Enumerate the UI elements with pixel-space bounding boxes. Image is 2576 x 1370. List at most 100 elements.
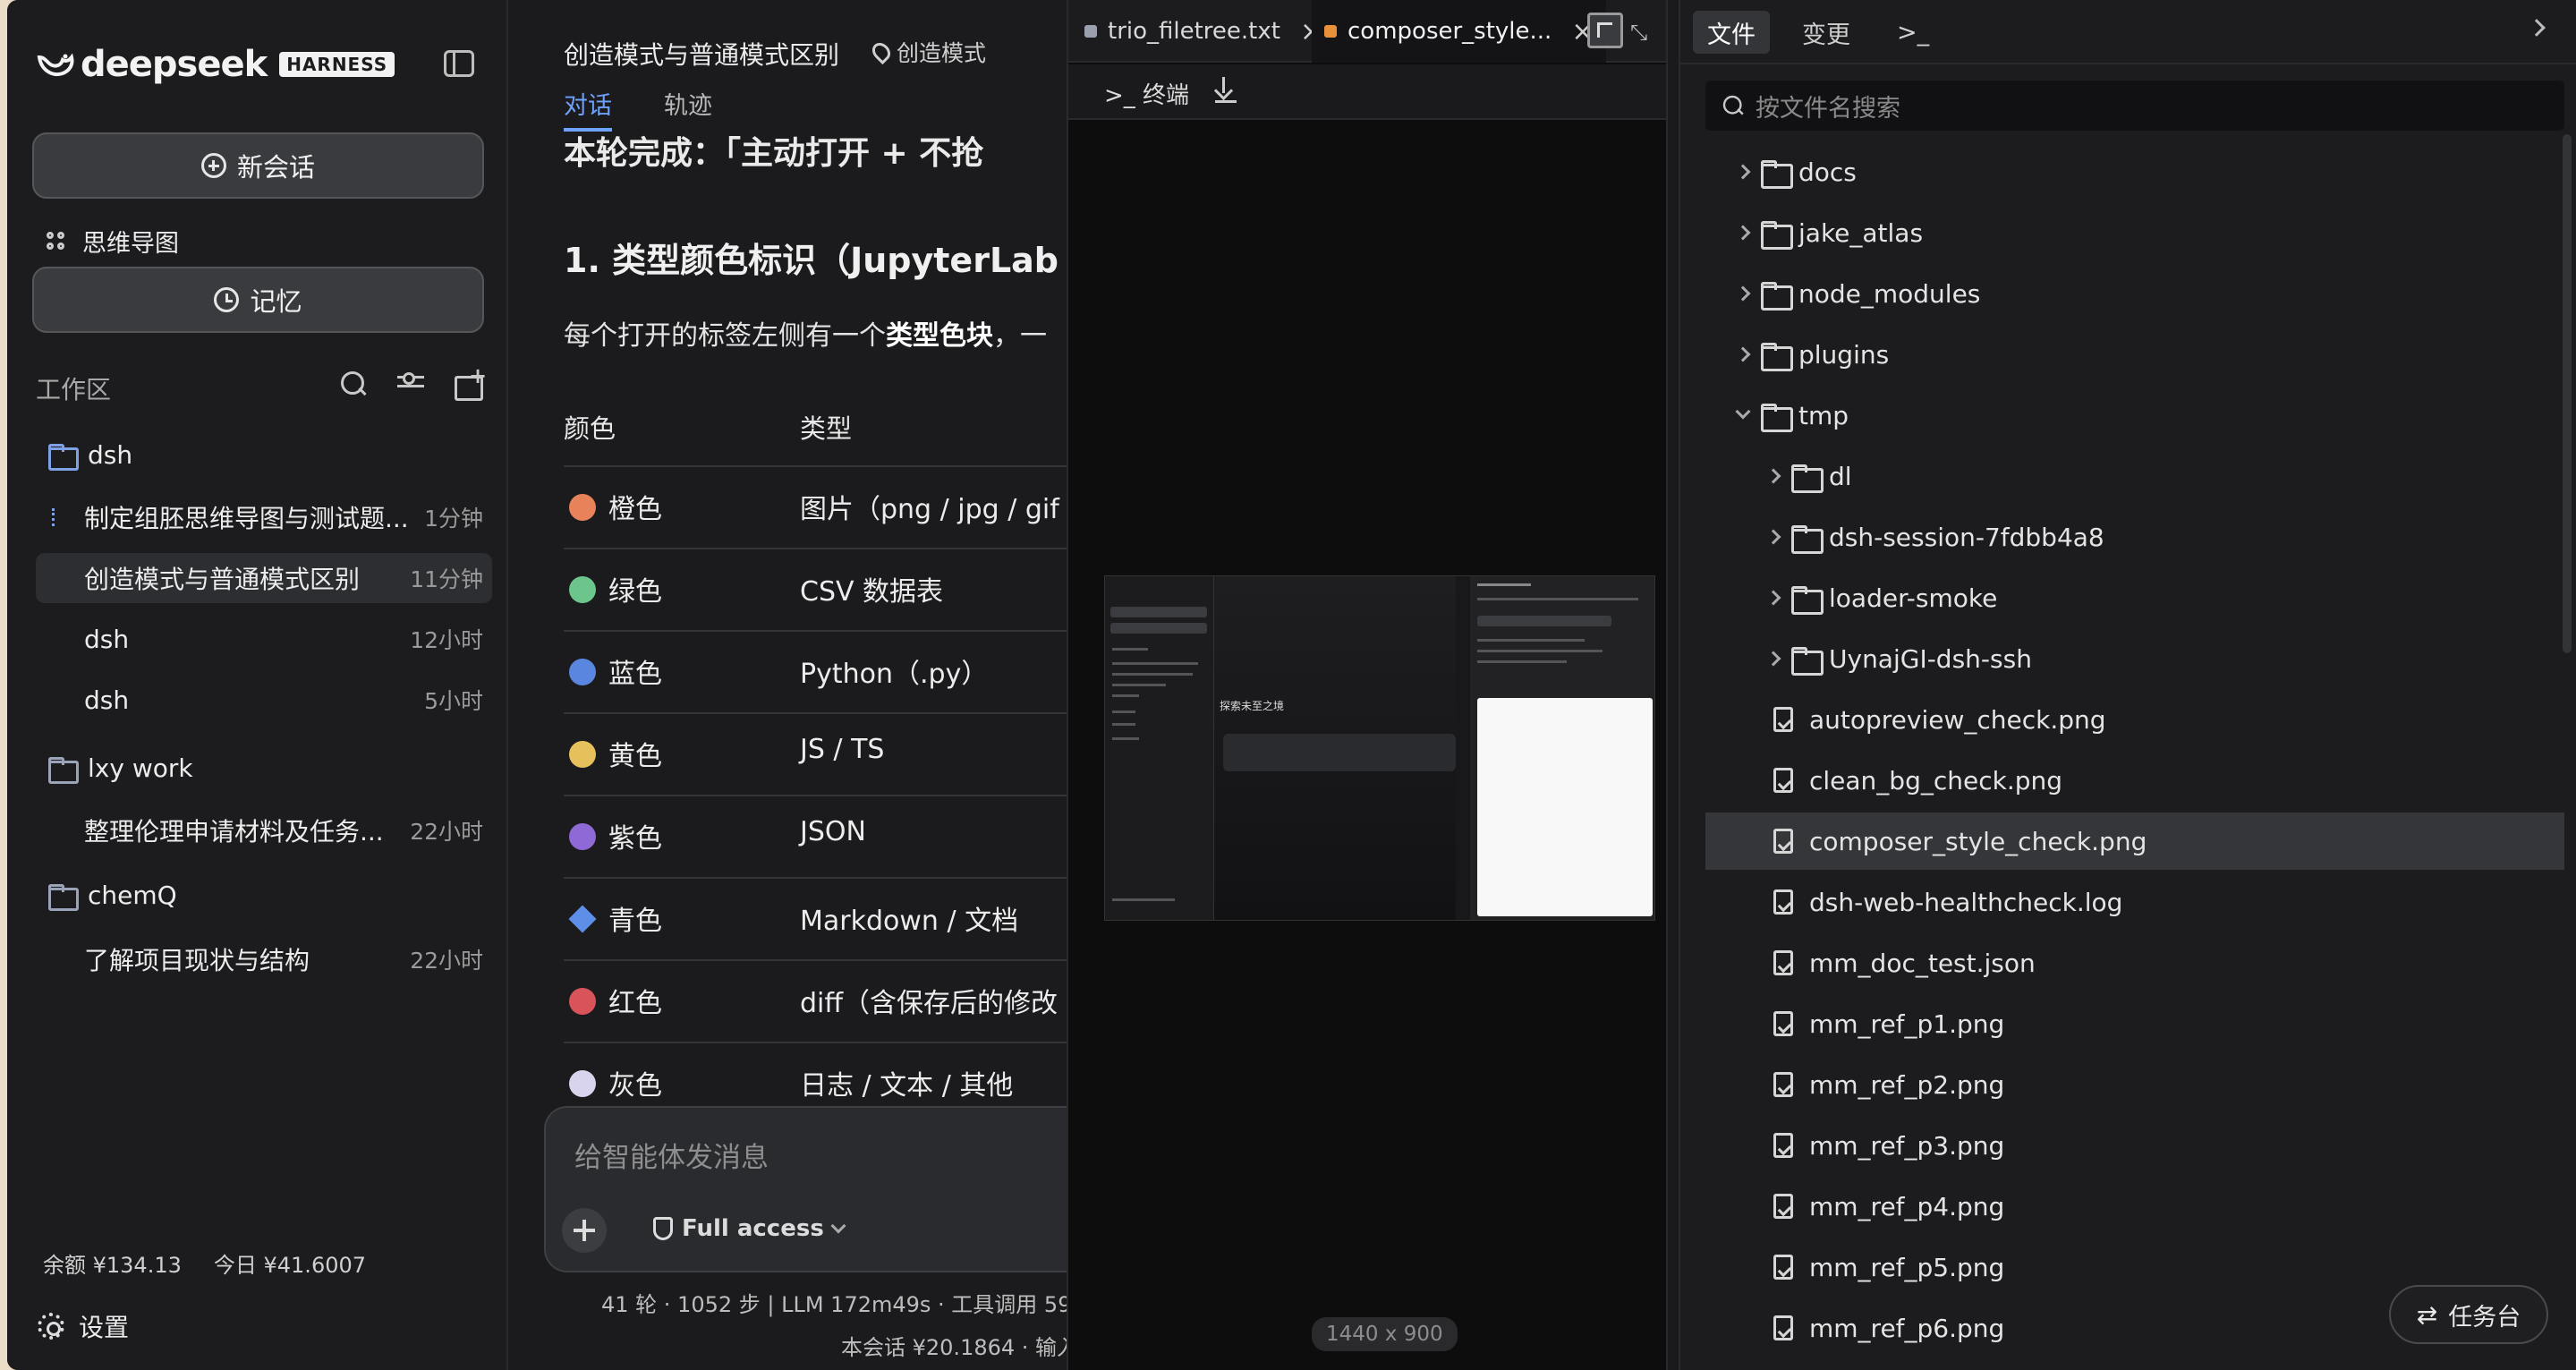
folder-row[interactable]: docs <box>1705 143 2564 200</box>
tab-trace[interactable]: 轨迹 <box>664 86 712 121</box>
file-name: mm_ref_p6.png <box>1809 1313 2005 1343</box>
tab-files[interactable]: 文件 <box>1693 11 1770 54</box>
file-row[interactable]: mm_ref_p2.png <box>1705 1056 2564 1113</box>
chevron-right-icon[interactable] <box>1735 164 1751 180</box>
workspace-folder[interactable]: dsh <box>36 430 492 480</box>
memory-button[interactable]: 记忆 <box>32 267 484 333</box>
thumb-sidebar <box>1105 576 1214 920</box>
filter-sliders-icon[interactable] <box>395 369 426 399</box>
session-item[interactable]: 制定组胚思维导图与测试题... 1分钟 <box>36 492 492 542</box>
gear-icon <box>38 1313 64 1340</box>
session-time: 11分钟 <box>410 566 483 592</box>
collapse-icon[interactable]: ⤡ <box>1630 20 1647 45</box>
new-folder-icon[interactable] <box>453 363 487 401</box>
folder-row[interactable]: plugins <box>1705 326 2564 383</box>
folder-row[interactable]: tmp <box>1705 387 2564 444</box>
chevron-right-icon[interactable] <box>2528 19 2546 37</box>
brand-name: deepseek <box>81 44 268 85</box>
session-cost: 本会话 ¥20.1864 · 输入 4 <box>841 1335 1074 1360</box>
file-name: clean_bg_check.png <box>1809 765 2063 796</box>
session-item[interactable]: 创造模式与普通模式区别 11分钟 <box>36 553 492 603</box>
color-name: 灰色 <box>608 1070 662 1102</box>
thumb-title: 探索未至之境 <box>1220 700 1285 712</box>
session-item[interactable]: 整理伦理申请材料及任务... 22小时 <box>36 805 492 855</box>
taskbar-button[interactable]: ⇄ 任务台 <box>2389 1285 2548 1344</box>
attach-plus-button[interactable] <box>562 1208 607 1253</box>
download-icon[interactable] <box>1213 77 1235 102</box>
chevron-right-icon[interactable] <box>1735 285 1751 302</box>
new-chat-button[interactable]: 新会话 <box>32 132 484 199</box>
tab-label: trio_filetree.txt <box>1108 18 1280 45</box>
folder-row[interactable]: dsh-session-7fdbb4a8 <box>1705 508 2564 566</box>
workspace-folder[interactable]: chemQ <box>36 870 492 920</box>
chevron-right-icon[interactable] <box>1765 590 1781 606</box>
chevron-right-icon[interactable] <box>1735 225 1751 241</box>
chevron-right-icon[interactable] <box>1765 651 1781 667</box>
file-search-input[interactable]: 按文件名搜索 <box>1705 81 2564 131</box>
tab-changes[interactable]: 变更 <box>1788 11 1865 54</box>
search-icon[interactable] <box>338 369 369 399</box>
folder-row[interactable]: jake_atlas <box>1705 204 2564 261</box>
workspace-toolbar <box>338 363 487 401</box>
file-row[interactable]: composer_style_check.png <box>1705 813 2564 870</box>
color-name: 蓝色 <box>608 659 662 690</box>
chevron-right-icon[interactable] <box>1735 346 1751 362</box>
workspace-folder[interactable]: lxy work <box>36 743 492 793</box>
folder-icon <box>1791 464 1824 493</box>
file-icon <box>1773 707 1793 732</box>
file-row[interactable]: mm_doc_test.json <box>1705 934 2564 991</box>
brand-logo[interactable]: deepseek HARNESS <box>36 44 395 85</box>
file-row[interactable]: mm_ref_p4.png <box>1705 1178 2564 1235</box>
sidebar-toggle-icon[interactable] <box>444 50 474 77</box>
expand-icon[interactable] <box>1587 13 1623 48</box>
color-swatch <box>569 988 596 1015</box>
download-icon-base <box>1215 100 1237 103</box>
table-row: 青色 Markdown / 文档 <box>564 877 1074 959</box>
folder-row[interactable]: loader-smoke <box>1705 569 2564 626</box>
message-composer[interactable]: 给智能体发消息 Full access <box>544 1106 1074 1272</box>
session-item[interactable]: dsh 5小时 <box>36 675 492 725</box>
folder-row[interactable]: UynajGI-dsh-ssh <box>1705 630 2564 687</box>
chevron-down-icon[interactable] <box>1735 404 1751 420</box>
folder-row[interactable]: node_modules <box>1705 265 2564 322</box>
folder-name: jake_atlas <box>1798 217 1924 248</box>
file-icon <box>1773 889 1793 915</box>
file-row[interactable]: autopreview_check.png <box>1705 691 2564 748</box>
session-item[interactable]: 了解项目现状与结构 22小时 <box>36 934 492 984</box>
tab-trio-filetree[interactable]: trio_filetree.txt × <box>1084 0 1322 63</box>
file-icon <box>1773 1011 1793 1036</box>
harness-badge: HARNESS <box>279 52 395 77</box>
tab-terminal[interactable]: >_ <box>1883 11 1943 54</box>
panel-resize-handle[interactable] <box>1666 0 1680 1370</box>
settings-button[interactable]: 设置 <box>38 1308 129 1344</box>
file-row[interactable]: clean_bg_check.png <box>1705 752 2564 809</box>
access-selector[interactable]: Full access <box>653 1215 846 1242</box>
color-name: 红色 <box>608 988 662 1019</box>
screenshot-preview-image: 探索未至之境 <box>1104 575 1655 921</box>
folder-icon <box>1791 586 1824 615</box>
tab-composer-style[interactable]: composer_style... × <box>1312 0 1607 63</box>
chevron-right-icon[interactable] <box>1765 529 1781 545</box>
folder-row[interactable]: dl <box>1705 447 2564 505</box>
balance-text: 余额 ¥134.13 <box>43 1253 182 1278</box>
tab-conversation[interactable]: 对话 <box>564 86 612 132</box>
file-row[interactable]: dsh-web-healthcheck.log <box>1705 873 2564 931</box>
file-type-name: JS / TS <box>800 734 885 765</box>
access-label: Full access <box>682 1215 824 1242</box>
file-tree-scrollbar[interactable] <box>2563 134 2572 653</box>
file-name: mm_ref_p4.png <box>1809 1191 2005 1221</box>
mindmap-link[interactable]: 思维导图 <box>47 224 179 259</box>
mode-indicator[interactable]: 创造模式 <box>868 36 986 68</box>
file-row[interactable]: mm_ref_p3.png <box>1705 1117 2564 1174</box>
session-item[interactable]: dsh 12小时 <box>36 614 492 664</box>
memory-label: 记忆 <box>250 286 302 317</box>
folder-name: plugins <box>1798 339 1890 370</box>
file-row[interactable]: mm_ref_p1.png <box>1705 995 2564 1052</box>
table-header-type: 类型 <box>800 413 853 444</box>
file-name: mm_ref_p5.png <box>1809 1252 2005 1282</box>
chevron-right-icon[interactable] <box>1765 468 1781 484</box>
folder-icon <box>1761 160 1793 189</box>
folder-icon <box>48 444 79 471</box>
session-time: 5小时 <box>424 688 483 714</box>
terminal-button[interactable]: >_ 终端 <box>1104 77 1189 110</box>
